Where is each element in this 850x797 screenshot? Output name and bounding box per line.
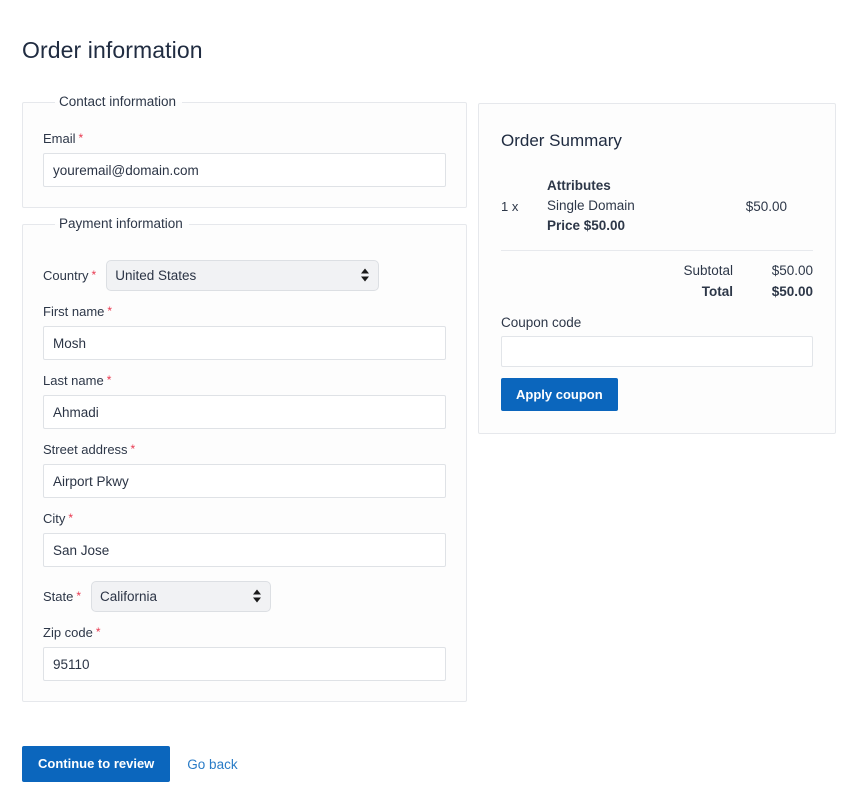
email-field-group: Email * [43, 130, 446, 187]
form-actions: Continue to review Go back [22, 746, 238, 782]
zip-code-field-group: Zip code * [43, 624, 446, 681]
page-title: Order information [22, 37, 203, 64]
country-select[interactable]: United States [106, 260, 380, 291]
last-name-input[interactable] [43, 395, 446, 429]
first-name-input[interactable] [43, 326, 446, 360]
order-summary-title: Order Summary [501, 131, 622, 150]
line-item-quantity: 1 x [501, 198, 519, 214]
last-name-field-group: Last name * [43, 372, 446, 429]
line-item-name: Single Domain [547, 198, 635, 213]
last-name-label: Last name * [43, 372, 446, 389]
email-label: Email * [43, 130, 446, 147]
line-item-attributes-label: Attributes [547, 178, 611, 193]
city-label: City * [43, 510, 446, 527]
required-asterisk: * [106, 373, 112, 387]
city-field-group: City * [43, 510, 446, 567]
required-asterisk: * [68, 511, 74, 525]
country-field-group: Country * United States [43, 260, 446, 291]
line-item-description: Attributes Single Domain Price $50.00 [547, 176, 746, 236]
country-select-wrap: United States [106, 260, 380, 291]
payment-information-legend: Payment information [59, 216, 183, 231]
coupon-code-label: Coupon code [501, 315, 582, 330]
zip-code-input[interactable] [43, 647, 446, 681]
state-select-wrap: California [91, 581, 272, 612]
line-item-total: $50.00 [745, 198, 787, 214]
first-name-field-group: First name * [43, 303, 446, 360]
required-asterisk: * [95, 625, 101, 639]
city-label-text: City [43, 511, 66, 526]
state-field-group: State * California [43, 581, 446, 612]
order-summary-panel: Order Summary 1 x Attributes Single Doma… [478, 103, 836, 434]
street-address-field-group: Street address * [43, 441, 446, 498]
apply-coupon-button[interactable]: Apply coupon [501, 378, 618, 411]
checkout-page: Order information Contact information Em… [0, 0, 850, 797]
street-address-label-text: Street address [43, 442, 128, 457]
continue-to-review-button[interactable]: Continue to review [22, 746, 171, 782]
state-select[interactable]: California [91, 581, 272, 612]
total-label: Total [701, 284, 733, 299]
contact-information-section: Contact information Email * [22, 94, 467, 208]
email-input[interactable] [43, 153, 446, 187]
total-row: Total $50.00 [501, 284, 813, 299]
zip-code-label: Zip code * [43, 624, 446, 641]
required-asterisk: * [107, 304, 113, 318]
zip-code-label-text: Zip code [43, 625, 93, 640]
country-label-text: Country [43, 268, 89, 283]
total-value: $50.00 [771, 284, 813, 299]
payment-information-section: Payment information Country * United Stat… [22, 216, 467, 702]
required-asterisk: * [130, 442, 136, 456]
first-name-label-text: First name [43, 304, 105, 319]
last-name-label-text: Last name [43, 373, 104, 388]
required-asterisk: * [78, 131, 84, 145]
subtotal-label: Subtotal [683, 263, 733, 278]
country-label: Country * [43, 267, 96, 284]
subtotal-value: $50.00 [771, 263, 813, 278]
order-form-column: Contact information Email* Payment infor… [22, 94, 467, 710]
street-address-label: Street address * [43, 441, 446, 458]
street-address-input[interactable] [43, 464, 446, 498]
order-line-item: 1 x Attributes Single Domain Price $50.0… [501, 176, 813, 250]
required-asterisk: * [76, 589, 82, 603]
subtotal-row: Subtotal $50.00 [501, 263, 813, 278]
required-asterisk: * [91, 268, 97, 282]
city-input[interactable] [43, 533, 446, 567]
coupon-code-input[interactable] [501, 336, 813, 367]
state-label: State * [43, 588, 81, 605]
summary-divider [501, 250, 813, 251]
first-name-label: First name * [43, 303, 446, 320]
go-back-link[interactable]: Go back [187, 757, 237, 772]
state-label-text: State [43, 589, 74, 604]
email-label-text: Email [43, 131, 76, 146]
line-item-price-label: Price $50.00 [547, 218, 626, 233]
contact-information-legend: Contact information [59, 94, 177, 109]
